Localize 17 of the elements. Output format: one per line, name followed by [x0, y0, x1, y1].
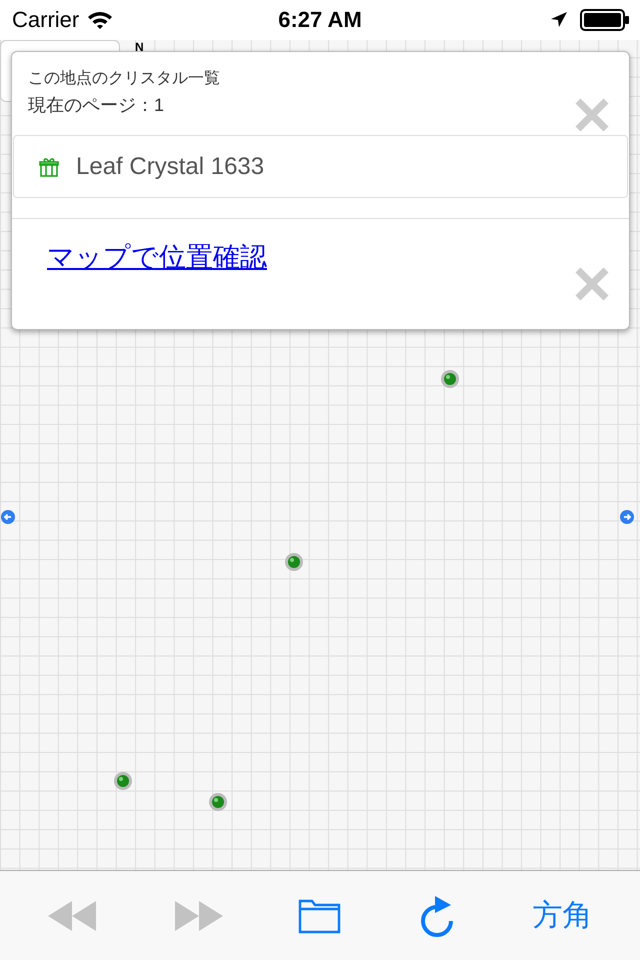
carrier-label: Carrier — [12, 7, 80, 33]
battery-icon — [580, 9, 630, 31]
popup-title: この地点のクリスタル一覧 — [28, 68, 220, 89]
crystal-list-item[interactable]: Leaf Crystal 1633 — [13, 135, 628, 198]
clock-time: 6:27 AM — [278, 7, 362, 33]
marker-icon[interactable] — [284, 552, 304, 572]
direction-button[interactable]: 方角 — [528, 891, 596, 940]
location-arrow-icon — [550, 11, 568, 29]
marker-icon[interactable] — [208, 792, 228, 812]
map-location-link[interactable]: マップで位置確認 — [47, 242, 267, 272]
page-label: 現在のページ：1 — [28, 94, 164, 117]
compass-label: N — [135, 40, 144, 54]
marker-icon[interactable] — [113, 771, 133, 791]
wifi-icon — [87, 10, 114, 30]
map-grid[interactable]: N この地点のクリスタル一覧 現在のページ：1 Leaf Crystal 1633 マップで位置確認 — [0, 40, 640, 871]
gift-icon — [38, 156, 60, 178]
marker-icon[interactable] — [440, 369, 460, 389]
